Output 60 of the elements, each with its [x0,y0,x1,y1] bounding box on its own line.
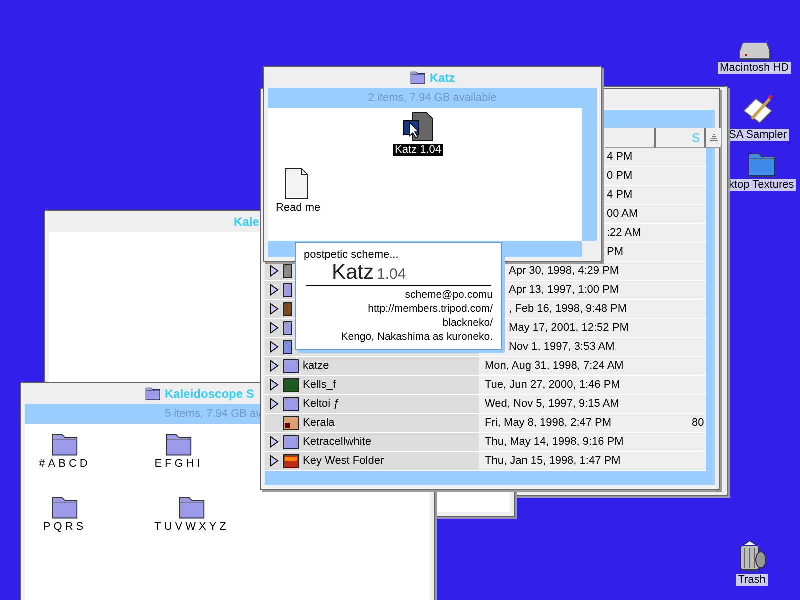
date-text: Fri, May 8, 1998, 2:47 PM [485,417,612,430]
app-version: 1.04 [377,266,406,283]
window-title: Kaleidoscope S [165,386,254,400]
date-text: :22 AM [607,227,642,240]
date-text: May 17, 2001, 12:52 PM [509,322,629,334]
expand-triangle-icon[interactable] [270,284,279,296]
expand-triangle-icon[interactable] [270,436,279,448]
picture-icon [283,453,299,470]
date-text: Thu, May 14, 1998, 9:16 PM [485,436,624,448]
date-text: Apr 13, 1997, 1:00 PM [509,284,620,296]
file-name[interactable]: Key West Folder [303,455,384,468]
app-name: Katz [332,261,374,285]
expand-triangle-icon[interactable] [270,265,279,278]
desktop-icon-label[interactable]: Trash [736,574,768,586]
date-text: PM [607,246,624,258]
date-text: Wed, Nov 5, 1997, 9:15 AM [485,398,620,410]
folder-label[interactable]: TUVWXYZ [154,521,230,534]
scroll-bar[interactable] [582,108,597,241]
note-line: blackneko/ [442,316,493,330]
date-text: 0 PM [607,170,633,182]
date-text: , Feb 16, 1998, 9:48 PM [509,303,628,316]
file-label[interactable]: Read me [274,202,323,214]
window-title: Katz [430,70,456,84]
file-name[interactable]: Kells_f [303,379,336,392]
date-text: Nov 1, 1997, 3:53 AM [509,341,615,354]
folder-label[interactable]: PQRS [43,521,87,534]
expand-triangle-icon[interactable] [270,360,279,372]
file-label[interactable]: Katz 1.04 [393,144,444,156]
folder-label[interactable]: #ABCD [39,458,91,470]
expand-triangle-icon[interactable] [270,398,279,410]
note-line: scheme@po.comu [405,288,493,302]
application-icon[interactable] [401,112,436,142]
column-header[interactable] [605,128,656,148]
date-text: Thu, Jan 15, 1998, 1:47 PM [485,455,621,468]
file-name[interactable]: katze [303,360,330,372]
expand-triangle-icon[interactable] [270,322,279,334]
scroll-bar[interactable] [706,148,715,472]
desktop-icon-label[interactable]: Macintosh HD [718,62,792,74]
note-tagline: postpetic scheme... [304,249,400,261]
window-title: Kale [234,214,260,228]
file-name[interactable]: Ketracellwhite [303,436,372,448]
date-text: 4 PM [607,151,633,164]
expand-triangle-icon[interactable] [270,455,279,468]
date-text: Mon, Aug 31, 1998, 7:24 AM [485,360,624,372]
folder-label[interactable]: EFGHI [154,458,204,470]
file-name[interactable]: Kerala [303,417,335,430]
date-text: 00 AM [607,208,638,220]
file-name[interactable]: Keltoi ƒ [303,398,340,410]
size-text: 80 [692,417,704,430]
expand-triangle-icon[interactable] [270,303,279,316]
expand-triangle-icon[interactable] [270,379,279,392]
expand-triangle-icon[interactable] [270,341,279,354]
sort-order-icon[interactable] [708,134,718,142]
date-text: Tue, Jun 27, 2000, 1:46 PM [485,379,620,392]
date-text: Apr 30, 1998, 4:29 PM [509,265,620,278]
date-text: 4 PM [607,189,633,202]
desktop-icon-label[interactable]: SA Sampler [727,129,790,141]
stamp-icon [283,415,299,432]
note-line: http://members.tripod.com/ [368,302,493,316]
note-line: Kengo, Nakashima as kuroneko. [341,330,493,344]
